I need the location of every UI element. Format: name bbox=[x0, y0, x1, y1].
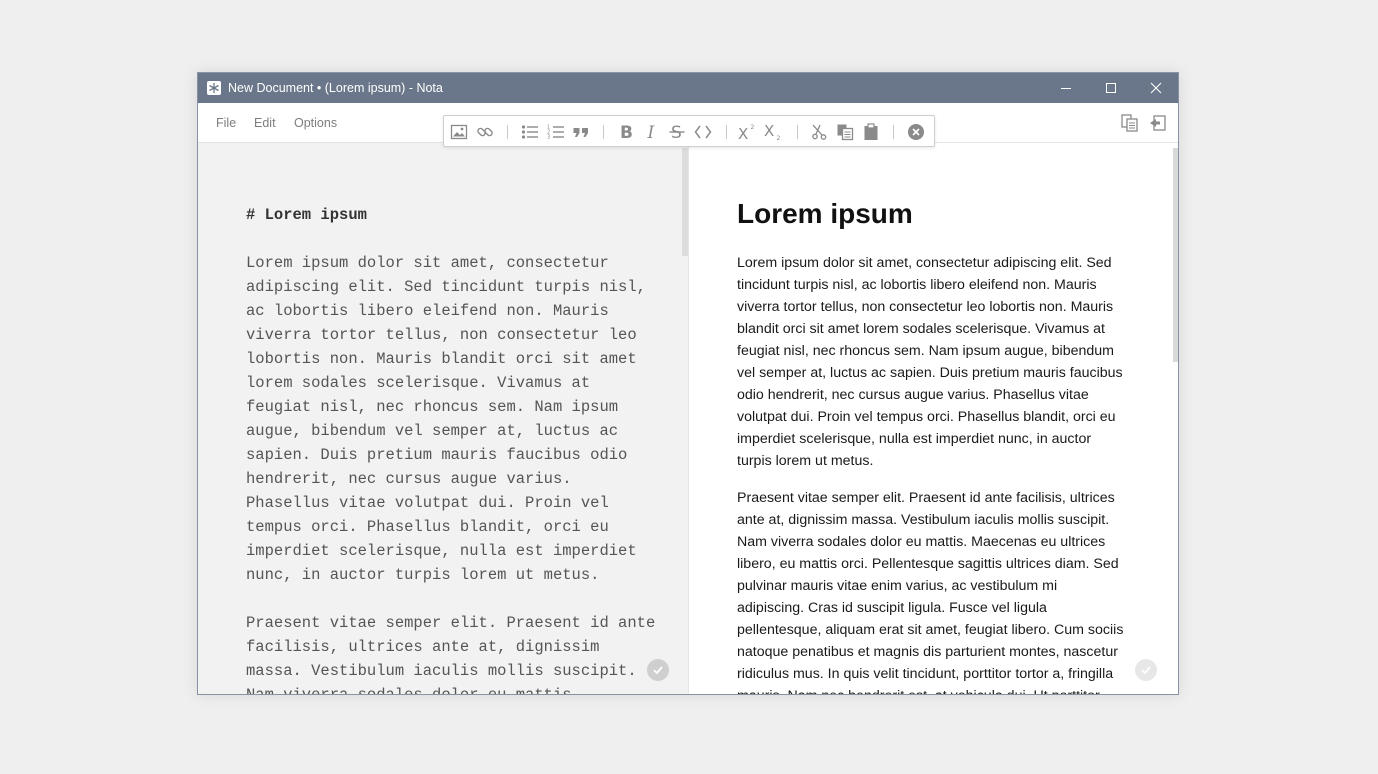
toolbar-separator bbox=[726, 125, 727, 139]
toolbar-separator bbox=[603, 125, 604, 139]
toolbar-separator bbox=[797, 125, 798, 139]
svg-text:3: 3 bbox=[547, 135, 550, 141]
insert-link-button[interactable] bbox=[474, 121, 496, 143]
menu-file[interactable]: File bbox=[216, 103, 236, 143]
checkmark-icon bbox=[1141, 666, 1151, 675]
svg-text:I: I bbox=[647, 123, 655, 141]
paste-icon bbox=[864, 123, 878, 140]
preview-pane: Lorem ipsum Lorem ipsum dolor sit amet, … bbox=[689, 143, 1178, 694]
preview-paragraph-2: Praesent vitae semper elit. Praesent id … bbox=[737, 490, 1124, 694]
export-icon bbox=[1150, 115, 1166, 131]
copy-button[interactable] bbox=[834, 121, 856, 143]
superscript-button[interactable]: X 2 bbox=[737, 121, 759, 143]
minimize-button[interactable] bbox=[1043, 73, 1089, 103]
numbered-list-icon: 123 bbox=[547, 125, 564, 141]
numbered-list-button[interactable]: 123 bbox=[545, 121, 567, 143]
svg-text:X: X bbox=[738, 125, 748, 141]
maximize-icon bbox=[1106, 83, 1116, 93]
italic-button[interactable]: I bbox=[641, 121, 663, 143]
editor-paragraph-2: Praesent vitae semper elit. Praesent id … bbox=[246, 614, 656, 695]
strikethrough-button[interactable]: S bbox=[666, 121, 688, 143]
menu-options[interactable]: Options bbox=[294, 103, 337, 143]
editor-heading: # Lorem ipsum bbox=[246, 206, 367, 224]
subscript-icon: X 2 bbox=[764, 123, 781, 141]
subscript-button[interactable]: X 2 bbox=[763, 121, 785, 143]
rendered-preview: Lorem ipsum Lorem ipsum dolor sit amet, … bbox=[737, 195, 1127, 694]
export-button[interactable] bbox=[1148, 113, 1168, 133]
app-window: New Document • (Lorem ipsum) - Nota File… bbox=[197, 72, 1179, 695]
app-logo-icon bbox=[207, 81, 221, 95]
editor-paragraph-1: Lorem ipsum dolor sit amet, consectetur … bbox=[246, 254, 646, 584]
menu-edit[interactable]: Edit bbox=[254, 103, 276, 143]
title-bar[interactable]: New Document • (Lorem ipsum) - Nota bbox=[198, 73, 1178, 103]
formatting-toolbar: 123 B I S X 2 X 2 bbox=[443, 115, 935, 147]
bold-icon: B bbox=[620, 123, 633, 141]
toolbar-separator bbox=[507, 125, 508, 139]
editor-saved-indicator bbox=[647, 659, 669, 681]
preview-scrollbar[interactable] bbox=[1173, 148, 1178, 362]
markdown-editor-pane[interactable]: # Lorem ipsum Lorem ipsum dolor sit amet… bbox=[198, 143, 689, 695]
blockquote-icon bbox=[573, 128, 588, 137]
cut-icon bbox=[812, 124, 827, 140]
maximize-button[interactable] bbox=[1088, 73, 1134, 103]
view-toggle-button[interactable] bbox=[1120, 113, 1140, 133]
blockquote-button[interactable] bbox=[570, 121, 592, 143]
close-icon bbox=[1150, 82, 1162, 94]
svg-text:2: 2 bbox=[777, 135, 781, 141]
paste-button[interactable] bbox=[860, 121, 882, 143]
split-view-icon bbox=[1121, 114, 1138, 132]
superscript-icon: X 2 bbox=[738, 124, 755, 141]
italic-icon: I bbox=[647, 123, 655, 141]
cut-button[interactable] bbox=[808, 121, 830, 143]
copy-icon bbox=[837, 124, 854, 141]
strikethrough-icon: S bbox=[669, 123, 685, 141]
window-title: New Document • (Lorem ipsum) - Nota bbox=[228, 81, 443, 95]
checkmark-icon bbox=[653, 666, 663, 675]
preview-paragraph-1: Lorem ipsum dolor sit amet, consectetur … bbox=[737, 255, 1123, 469]
markdown-source[interactable]: # Lorem ipsum Lorem ipsum dolor sit amet… bbox=[246, 203, 656, 695]
code-button[interactable] bbox=[692, 121, 714, 143]
bold-button[interactable]: B bbox=[615, 121, 637, 143]
preview-saved-indicator bbox=[1135, 659, 1157, 681]
toolbar-separator bbox=[893, 125, 894, 139]
bullet-list-icon bbox=[521, 125, 538, 139]
svg-text:B: B bbox=[620, 123, 633, 141]
code-icon bbox=[694, 125, 712, 139]
insert-image-button[interactable] bbox=[448, 121, 470, 143]
svg-text:X: X bbox=[764, 123, 774, 140]
link-icon bbox=[477, 127, 493, 137]
close-circle-icon bbox=[908, 124, 924, 140]
close-toolbar-button[interactable] bbox=[905, 121, 927, 143]
bullet-list-button[interactable] bbox=[519, 121, 541, 143]
preview-heading: Lorem ipsum bbox=[737, 198, 913, 229]
svg-text:2: 2 bbox=[751, 124, 755, 131]
close-window-button[interactable] bbox=[1133, 73, 1178, 103]
minimize-icon bbox=[1061, 88, 1071, 89]
image-icon bbox=[450, 124, 468, 140]
